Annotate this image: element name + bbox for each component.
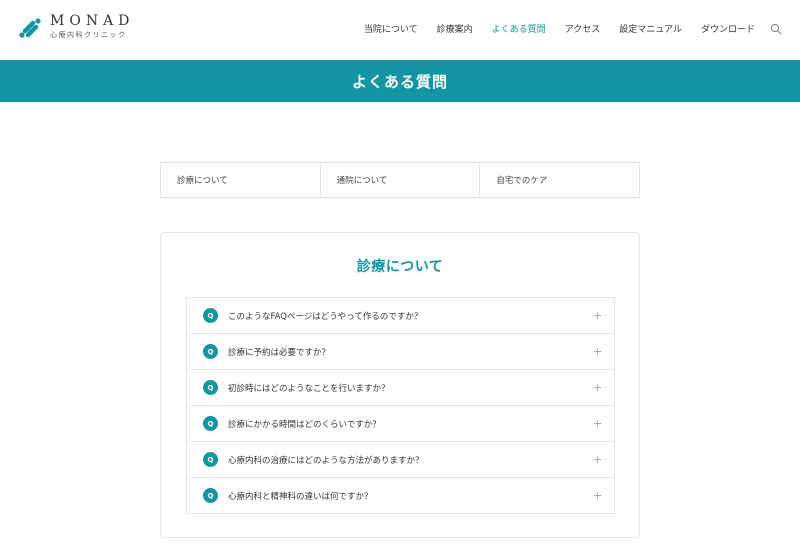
faq-question: 心療内科と精神科の違いは何ですか？ <box>228 491 373 502</box>
question-badge: Q <box>203 416 218 431</box>
plus-icon[interactable] <box>593 455 602 464</box>
nav-item-about[interactable]: 当院について <box>364 22 418 35</box>
plus-icon[interactable] <box>593 311 602 320</box>
category-tabs: 診療について 通院について 自宅でのケア <box>160 162 640 198</box>
faq-question: 診療に予約は必要ですか？ <box>228 347 331 358</box>
logo-title: MONAD <box>50 13 135 29</box>
faq-card: 診療について Q このようなFAQページはどうやって作るのですか？ Q 診療に予… <box>160 232 640 538</box>
page-title: よくある質問 <box>351 72 448 91</box>
question-badge: Q <box>203 344 218 359</box>
question-badge: Q <box>203 488 218 503</box>
logo-mark-icon <box>19 17 41 38</box>
main-nav: 当院について 診療案内 よくある質問 アクセス 設定マニュアル ダウンロード <box>345 22 782 35</box>
question-badge: Q <box>203 452 218 467</box>
faq-item[interactable]: Q 診療にかかる時間はどのくらいですか？ <box>187 406 614 442</box>
tab-home-care[interactable]: 自宅でのケア <box>480 163 639 197</box>
faq-item[interactable]: Q このようなFAQページはどうやって作るのですか？ <box>187 298 614 334</box>
nav-item-faq[interactable]: よくある質問 <box>492 22 546 35</box>
page-banner: よくある質問 <box>0 60 800 102</box>
plus-icon[interactable] <box>593 491 602 500</box>
faq-question: 初診時にはどのようなことを行いますか？ <box>228 383 390 394</box>
nav-item-access[interactable]: アクセス <box>565 22 601 35</box>
faq-question: 診療にかかる時間はどのくらいですか？ <box>228 419 381 430</box>
faq-list: Q このようなFAQページはどうやって作るのですか？ Q 診療に予約は必要ですか… <box>186 297 615 514</box>
faq-item[interactable]: Q 診療に予約は必要ですか？ <box>187 334 614 370</box>
faq-section-title: 診療について <box>356 259 444 275</box>
tab-consultation[interactable]: 診療について <box>161 163 321 197</box>
faq-item[interactable]: Q 初診時にはどのようなことを行いますか？ <box>187 370 614 406</box>
plus-icon[interactable] <box>593 347 602 356</box>
search-icon[interactable] <box>770 23 782 35</box>
question-badge: Q <box>203 308 218 323</box>
plus-icon[interactable] <box>593 419 602 428</box>
site-header: MONAD 心療内科クリニック 当院について 診療案内 よくある質問 アクセス … <box>0 0 800 60</box>
faq-item[interactable]: Q 心療内科と精神科の違いは何ですか？ <box>187 478 614 513</box>
question-badge: Q <box>203 380 218 395</box>
faq-item[interactable]: Q 心療内科の治療にはどのような方法がありますか？ <box>187 442 614 478</box>
nav-item-services[interactable]: 診療案内 <box>437 22 473 35</box>
nav-item-manual[interactable]: 設定マニュアル <box>619 22 682 35</box>
plus-icon[interactable] <box>593 383 602 392</box>
tab-visiting[interactable]: 通院について <box>321 163 481 197</box>
logo-subtitle: 心療内科クリニック <box>50 31 127 39</box>
nav-item-download[interactable]: ダウンロード <box>701 22 755 35</box>
faq-question: このようなFAQページはどうやって作るのですか？ <box>228 311 423 322</box>
faq-question: 心療内科の治療にはどのような方法がありますか？ <box>228 455 424 466</box>
logo[interactable]: MONAD 心療内科クリニック <box>18 14 134 41</box>
